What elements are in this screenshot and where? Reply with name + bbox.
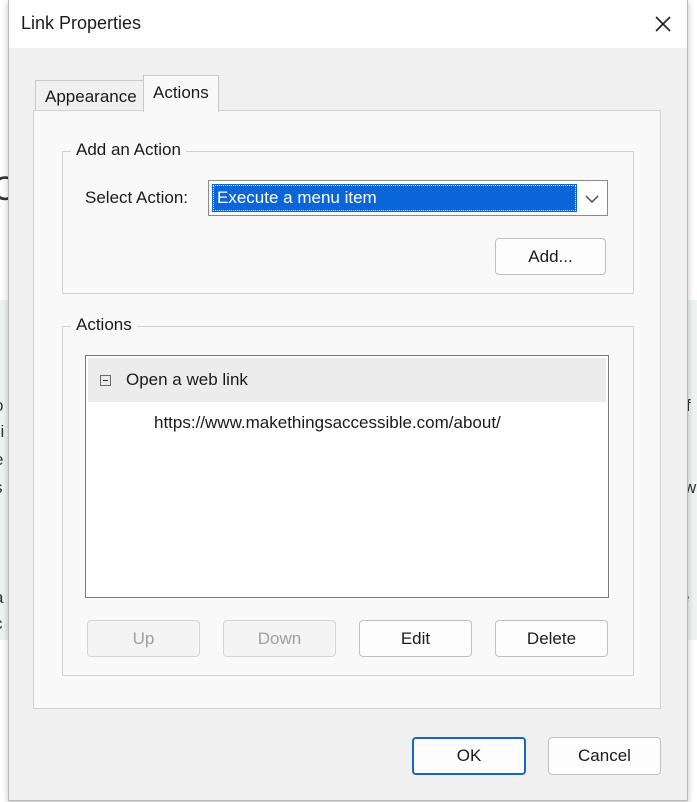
background-text-fragment: s bbox=[0, 478, 3, 498]
up-button[interactable]: Up bbox=[87, 620, 200, 657]
edit-button[interactable]: Edit bbox=[359, 620, 472, 657]
collapse-icon[interactable] bbox=[100, 375, 111, 386]
select-action-label: Select Action: bbox=[85, 188, 189, 207]
tree-item-open-web-link[interactable]: Open a web link bbox=[88, 358, 606, 402]
ok-button[interactable]: OK bbox=[412, 737, 526, 775]
tree-item-url[interactable]: https://www.makethingsaccessible.com/abo… bbox=[154, 413, 501, 433]
delete-button[interactable]: Delete bbox=[495, 620, 608, 657]
actions-legend: Actions bbox=[71, 315, 137, 335]
background-text-fragment: ti bbox=[0, 560, 1, 580]
close-button[interactable] bbox=[647, 8, 679, 40]
down-button[interactable]: Down bbox=[223, 620, 336, 657]
close-icon bbox=[655, 16, 671, 32]
background-text-fragment: a bbox=[0, 588, 3, 608]
tab-appearance[interactable]: Appearance bbox=[35, 80, 147, 111]
link-properties-dialog: Link Properties Appearance Actions Add a… bbox=[8, 0, 688, 801]
background-text-fragment: o bbox=[0, 396, 3, 416]
add-action-button[interactable]: Add... bbox=[495, 238, 606, 275]
cancel-button[interactable]: Cancel bbox=[548, 737, 661, 775]
title-bar: Link Properties bbox=[9, 0, 687, 48]
tab-actions[interactable]: Actions bbox=[143, 75, 219, 112]
dialog-title: Link Properties bbox=[21, 13, 142, 33]
add-action-legend: Add an Action bbox=[71, 140, 186, 160]
background-text-fragment: e bbox=[0, 450, 3, 470]
select-action-dropdown[interactable]: Execute a menu item bbox=[208, 180, 608, 216]
select-action-value: Execute a menu item bbox=[212, 184, 577, 212]
tree-item-label: Open a web link bbox=[126, 370, 248, 389]
actions-tree[interactable]: Open a web link https://www.makethingsac… bbox=[85, 355, 609, 598]
chevron-down-icon bbox=[585, 195, 599, 203]
background-text-fragment: si bbox=[0, 422, 5, 441]
background-text-fragment: c bbox=[0, 614, 3, 634]
